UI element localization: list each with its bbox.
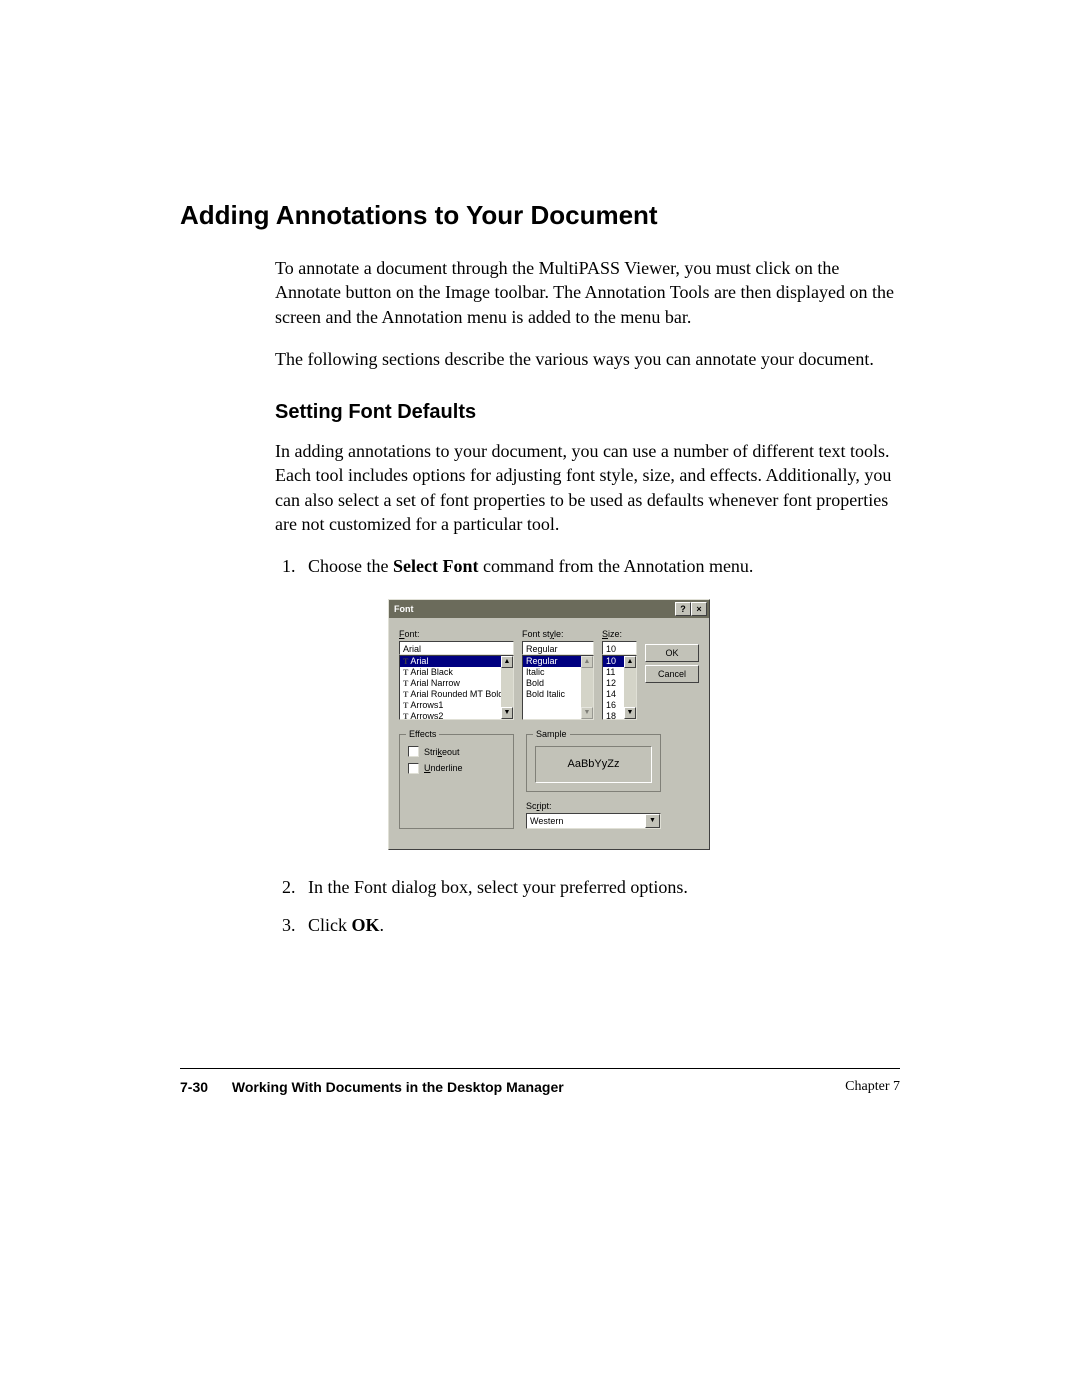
- dialog-titlebar[interactable]: Font ? ×: [389, 600, 709, 618]
- style-label: Font style:: [522, 628, 594, 640]
- size-label: Size:: [602, 628, 637, 640]
- scroll-up-icon[interactable]: ▲: [581, 656, 593, 668]
- sample-group: Sample AaBbYyZz: [526, 734, 661, 792]
- page-footer: 7-30 Working With Documents in the Deskt…: [180, 1079, 900, 1095]
- body-content: To annotate a document through the Multi…: [275, 256, 900, 938]
- document-page: Adding Annotations to Your Document To a…: [0, 0, 1080, 1145]
- step-2: In the Font dialog box, select your pref…: [300, 875, 900, 899]
- cancel-button[interactable]: Cancel: [645, 665, 699, 683]
- scroll-down-icon[interactable]: ▼: [581, 707, 593, 719]
- size-input[interactable]: 10: [602, 641, 637, 655]
- style-listbox[interactable]: Regular Italic Bold Bold Italic ▲ ▼: [522, 655, 594, 720]
- effects-group: Effects Strikeout Underline: [399, 734, 514, 829]
- effects-label: Effects: [406, 728, 439, 740]
- sample-label: Sample: [533, 728, 570, 740]
- footer-section: Working With Documents in the Desktop Ma…: [232, 1079, 564, 1095]
- step-3: Click OK.: [300, 913, 900, 937]
- list-item[interactable]: TArrows2: [400, 711, 513, 720]
- intro-paragraph-1: To annotate a document through the Multi…: [275, 256, 900, 329]
- scroll-down-icon[interactable]: ▼: [501, 707, 513, 719]
- script-combo[interactable]: Western ▼: [526, 813, 661, 829]
- chevron-down-icon[interactable]: ▼: [645, 814, 660, 828]
- script-label: Script:: [526, 800, 661, 812]
- style-input[interactable]: Regular: [522, 641, 594, 655]
- footer-chapter: Chapter 7: [845, 1079, 900, 1095]
- scroll-up-icon[interactable]: ▲: [501, 656, 513, 668]
- subheading: Setting Font Defaults: [275, 401, 900, 424]
- close-icon[interactable]: ×: [691, 602, 707, 616]
- sample-preview: AaBbYyZz: [535, 746, 652, 783]
- size-listbox[interactable]: 10 11 12 14 16 18 20: [602, 655, 637, 720]
- scroll-down-icon[interactable]: ▼: [624, 707, 636, 719]
- dialog-title: Font: [394, 603, 414, 615]
- list-item[interactable]: TArial: [400, 656, 513, 667]
- steps-list: Choose the Select Font command from the …: [275, 554, 900, 937]
- footer-rule: [180, 1068, 900, 1069]
- sample-script-column: Sample AaBbYyZz Script: Western ▼: [526, 734, 661, 829]
- list-item[interactable]: TArrows1: [400, 700, 513, 711]
- list-item[interactable]: TArial Black: [400, 667, 513, 678]
- page-title: Adding Annotations to Your Document: [180, 200, 900, 231]
- list-item[interactable]: TArial Narrow: [400, 678, 513, 689]
- intro-paragraph-2: The following sections describe the vari…: [275, 347, 900, 371]
- ok-button[interactable]: OK: [645, 644, 699, 662]
- body-paragraph-1: In adding annotations to your document, …: [275, 439, 900, 536]
- step-1: Choose the Select Font command from the …: [300, 554, 900, 850]
- list-item[interactable]: TArial Rounded MT Bold: [400, 689, 513, 700]
- font-listbox[interactable]: TArial TArial Black TArial Narrow TArial…: [399, 655, 514, 720]
- scrollbar[interactable]: ▲ ▼: [501, 656, 513, 719]
- font-dialog: Font ? × Font: Arial: [388, 599, 710, 850]
- underline-checkbox[interactable]: [408, 763, 419, 774]
- scrollbar[interactable]: ▲ ▼: [624, 656, 636, 719]
- strikeout-label: Strikeout: [424, 746, 460, 758]
- font-label: Font:: [399, 628, 514, 640]
- font-input[interactable]: Arial: [399, 641, 514, 655]
- page-number: 7-30: [180, 1079, 208, 1095]
- font-dialog-screenshot: Font ? × Font: Arial: [388, 599, 900, 850]
- strikeout-checkbox[interactable]: [408, 746, 419, 757]
- underline-label: Underline: [424, 762, 463, 774]
- scroll-up-icon[interactable]: ▲: [624, 656, 636, 668]
- help-icon[interactable]: ?: [675, 602, 691, 616]
- scrollbar[interactable]: ▲ ▼: [581, 656, 593, 719]
